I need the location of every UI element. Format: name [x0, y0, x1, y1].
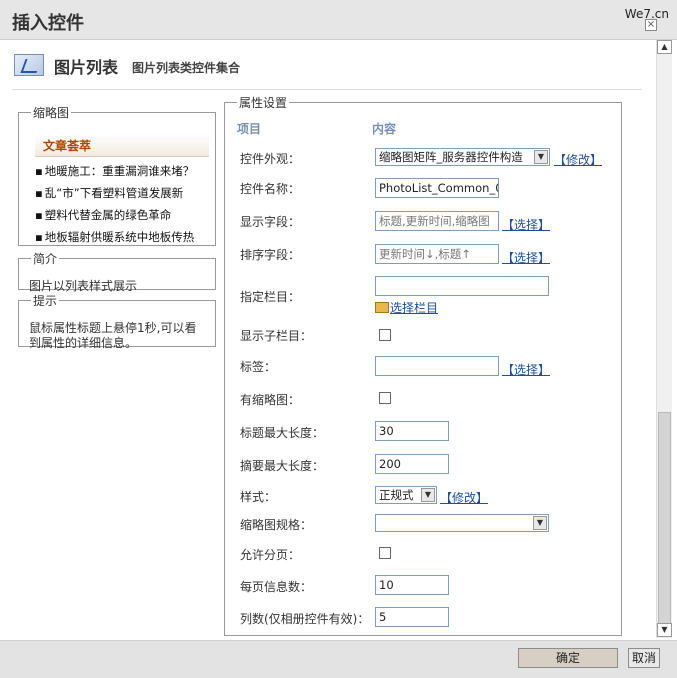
ok-button[interactable]: 确定: [518, 648, 618, 668]
page-size-input[interactable]: 10: [375, 575, 449, 595]
scroll-up-icon[interactable]: ▲: [657, 40, 672, 54]
tip-text: 鼠标属性标题上悬停1秒,可以看到属性的详细信息。: [29, 321, 197, 350]
thumbnail-item: 塑料代替金属的绿色革命: [35, 204, 209, 226]
appearance-select[interactable]: 缩略图矩阵_服务器控件构造 ▼: [375, 148, 550, 166]
tags-input[interactable]: [375, 356, 499, 376]
has-thumb-checkbox[interactable]: [379, 392, 391, 404]
show-sub-checkbox[interactable]: [379, 329, 391, 341]
intro-legend: 简介: [33, 252, 58, 266]
choose-column-link[interactable]: 选择栏目: [390, 299, 438, 316]
name-label: 控件名称：: [240, 182, 301, 196]
appearance-value: 缩略图矩阵_服务器控件构造: [379, 150, 523, 164]
chevron-down-icon: ▼: [421, 488, 435, 502]
display-fields-input[interactable]: 标题,更新时间,缩略图: [375, 211, 499, 231]
thumbnail-item: 地板辐射供暖系统中地板传热: [35, 226, 209, 248]
thumbnail-item: 地暖施工：重重漏洞谁来堵？: [35, 160, 209, 182]
column-header-item: 项目: [237, 122, 262, 136]
cancel-button[interactable]: 取消: [628, 648, 660, 668]
panel-title: 图片列表: [54, 58, 119, 77]
page-size-label: 每页信息数：: [240, 580, 313, 594]
name-input[interactable]: PhotoList_Common_0: [375, 178, 499, 198]
folder-icon: [375, 302, 389, 313]
header-divider: [12, 89, 642, 90]
column-input[interactable]: [375, 276, 549, 296]
picture-list-icon: [14, 54, 44, 76]
scrollbar-thumb[interactable]: [658, 412, 671, 626]
column-header-content: 内容: [372, 122, 397, 136]
paging-label: 允许分页：: [240, 548, 301, 562]
tip-legend: 提示: [33, 294, 58, 308]
columns-label: 列数(仅相册控件有效)：: [240, 612, 370, 626]
sort-fields-select-link[interactable]: 【选择】: [502, 249, 550, 266]
panel-subtitle: 图片列表类控件集合: [132, 61, 241, 75]
vertical-scrollbar[interactable]: ▲ ▼: [656, 40, 672, 638]
display-fields-label: 显示字段：: [240, 215, 301, 229]
paging-checkbox[interactable]: [379, 547, 391, 559]
thumb-spec-select[interactable]: ▼: [375, 514, 549, 532]
properties-legend: 属性设置: [239, 96, 288, 110]
appearance-label: 控件外观：: [240, 152, 301, 166]
tags-select-link[interactable]: 【选择】: [502, 361, 550, 378]
scroll-down-icon[interactable]: ▼: [657, 623, 672, 637]
summary-length-input[interactable]: 200: [375, 454, 449, 474]
chevron-down-icon: ▼: [534, 150, 548, 164]
title-length-label: 标题最大长度：: [240, 426, 325, 440]
thumbnail-preview: 文章荟萃 地暖施工：重重漏洞谁来堵？ 乱“市”下看塑料管道发展新 塑料代替金属的…: [35, 135, 209, 255]
dialog-title: 插入控件: [12, 13, 84, 34]
dialog-titlebar: 插入控件 We7.cn ×: [0, 0, 677, 40]
thumbnail-item: 乱“市”下看塑料管道发展新: [35, 182, 209, 204]
thumbnail-header: 文章荟萃: [35, 135, 209, 157]
thumbnail-legend: 缩略图: [33, 106, 70, 120]
sort-fields-input[interactable]: 更新时间↓,标题↑: [375, 244, 499, 264]
sort-fields-label: 排序字段：: [240, 248, 301, 262]
close-icon[interactable]: ×: [645, 19, 657, 31]
column-label: 指定栏目：: [240, 290, 301, 304]
appearance-modify-link[interactable]: 【修改】: [554, 151, 602, 168]
tags-label: 标签：: [240, 360, 277, 374]
display-fields-select-link[interactable]: 【选择】: [502, 216, 550, 233]
style-value: 正规式: [379, 488, 414, 502]
summary-length-label: 摘要最大长度：: [240, 459, 325, 473]
tip-box: 提示 鼠标属性标题上悬停1秒,可以看到属性的详细信息。: [18, 292, 216, 350]
show-sub-label: 显示子栏目：: [240, 329, 313, 343]
style-modify-link[interactable]: 【修改】: [440, 489, 488, 506]
chevron-down-icon: ▼: [533, 516, 547, 530]
intro-box: 简介 图片以列表样式展示: [18, 250, 216, 293]
has-thumb-label: 有缩略图：: [240, 393, 301, 407]
style-label: 样式：: [240, 490, 277, 504]
columns-input[interactable]: 5: [375, 607, 449, 627]
thumbnail-box: 缩略图 文章荟萃 地暖施工：重重漏洞谁来堵？ 乱“市”下看塑料管道发展新 塑料代…: [18, 104, 216, 246]
dialog-footer: 确定 取消: [0, 640, 677, 678]
title-length-input[interactable]: 30: [375, 421, 449, 441]
style-select[interactable]: 正规式 ▼: [375, 486, 437, 504]
thumb-spec-label: 缩略图规格：: [240, 518, 313, 532]
